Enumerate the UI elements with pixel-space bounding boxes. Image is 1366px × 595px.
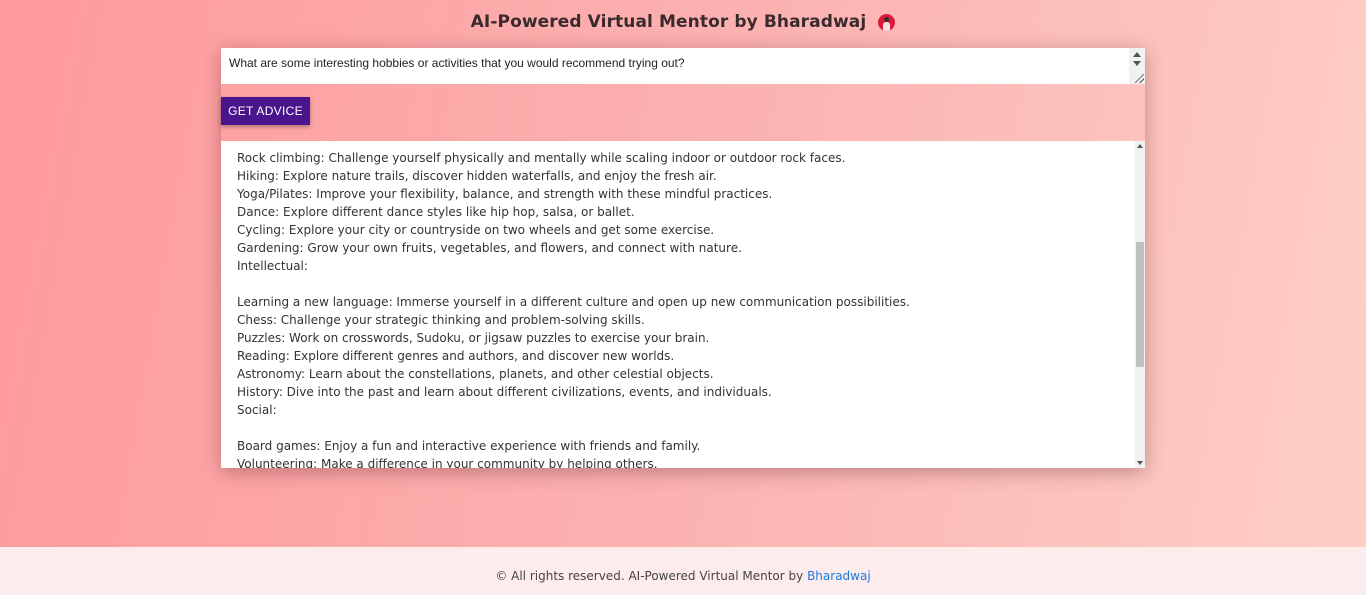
response-line: Chess: Challenge your strategic thinking… [237, 313, 645, 327]
page-title-text: AI-Powered Virtual Mentor by Bharadwaj [470, 12, 867, 32]
scroll-down-arrow-icon[interactable] [1137, 461, 1143, 465]
scroll-up-arrow-icon[interactable] [1133, 52, 1141, 57]
response-line: Reading: Explore different genres and au… [237, 349, 675, 363]
response-line: Intellectual: [237, 259, 308, 273]
scrollbar-thumb[interactable] [1136, 242, 1144, 367]
response-output[interactable]: Rock climbing: Challenge yourself physic… [221, 141, 1145, 468]
response-line: Gardening: Grow your own fruits, vegetab… [237, 241, 742, 255]
response-lines: Rock climbing: Challenge yourself physic… [237, 149, 1127, 468]
response-line: Rock climbing: Challenge yourself physic… [237, 151, 846, 165]
response-line: Learning a new language: Immerse yoursel… [237, 295, 910, 309]
scroll-up-arrow-icon[interactable] [1137, 144, 1143, 148]
response-line: Board games: Enjoy a fun and interactive… [237, 439, 701, 453]
scroll-down-arrow-icon[interactable] [1133, 61, 1141, 66]
get-advice-button[interactable]: GET ADVICE [221, 97, 310, 125]
footer-author-link[interactable]: Bharadwaj [807, 569, 871, 583]
response-line: Dance: Explore different dance styles li… [237, 205, 635, 219]
response-line: Social: [237, 403, 277, 417]
resize-grip-icon[interactable] [1135, 74, 1144, 83]
response-line: Volunteering: Make a difference in your … [237, 457, 658, 468]
question-textarea[interactable]: What are some interesting hobbies or act… [221, 48, 1145, 84]
response-line: History: Dive into the past and learn ab… [237, 385, 772, 399]
footer-text: © All rights reserved. AI-Powered Virtua… [495, 569, 808, 583]
response-line: Yoga/Pilates: Improve your flexibility, … [237, 187, 773, 201]
mentor-panel: What are some interesting hobbies or act… [221, 48, 1145, 468]
response-line [237, 419, 1127, 437]
response-line [237, 275, 1127, 293]
avatar-icon [878, 13, 896, 31]
footer: © All rights reserved. AI-Powered Virtua… [0, 547, 1366, 595]
response-line: Astronomy: Learn about the constellation… [237, 367, 714, 381]
response-line: Hiking: Explore nature trails, discover … [237, 169, 717, 183]
response-line: Cycling: Explore your city or countrysid… [237, 223, 715, 237]
question-text: What are some interesting hobbies or act… [229, 56, 685, 70]
response-scrollbar[interactable] [1135, 141, 1145, 468]
response-line: Puzzles: Work on crosswords, Sudoku, or … [237, 331, 710, 345]
page-title: AI-Powered Virtual Mentor by Bharadwaj [0, 12, 1366, 32]
